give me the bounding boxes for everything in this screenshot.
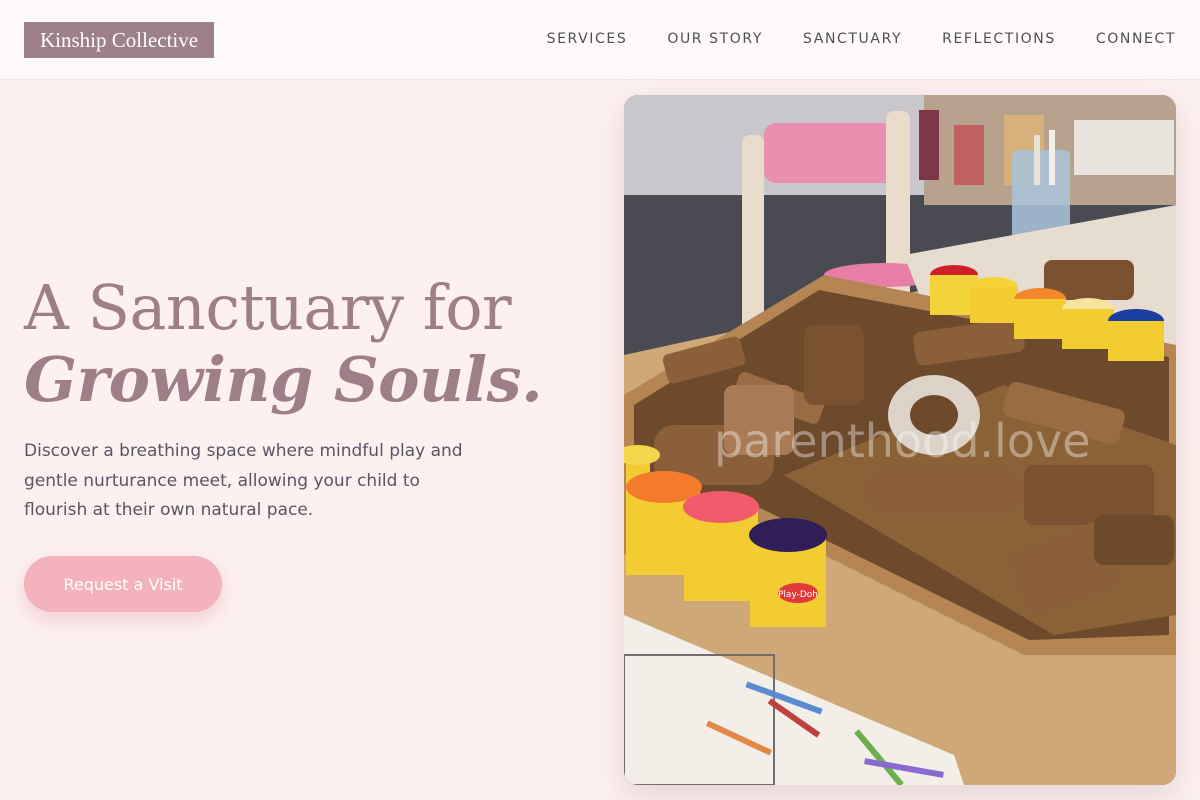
hero-description: Discover a breathing space where mindful…	[24, 441, 463, 520]
watermark-text: parenthood.love	[714, 414, 1091, 468]
nav-item-reflections[interactable]: REFLECTIONS	[942, 30, 1056, 48]
nav-item-sanctuary[interactable]: SANCTUARY	[803, 30, 902, 48]
nav-item-our-story[interactable]: OUR STORY	[667, 30, 763, 48]
site-header: Kinship Collective SERVICES OUR STORY SA…	[0, 0, 1200, 80]
nav-item-connect[interactable]: CONNECT	[1096, 30, 1176, 48]
hero-title-line1: A Sanctuary for	[24, 271, 512, 344]
nav-item-services[interactable]: SERVICES	[547, 30, 628, 48]
playdoh-label: Play-Doh	[778, 590, 818, 600]
hero-image: Play-Doh parenthood.love	[624, 95, 1176, 785]
hero-title: A Sanctuary for Growing Souls.	[24, 272, 604, 416]
site-logo[interactable]: Kinship Collective	[24, 22, 215, 58]
hero-title-line2: Growing Souls.	[24, 343, 543, 416]
request-visit-button[interactable]: Request a Visit	[24, 556, 222, 612]
main-nav: SERVICES OUR STORY SANCTUARY REFLECTIONS…	[507, 30, 1176, 48]
